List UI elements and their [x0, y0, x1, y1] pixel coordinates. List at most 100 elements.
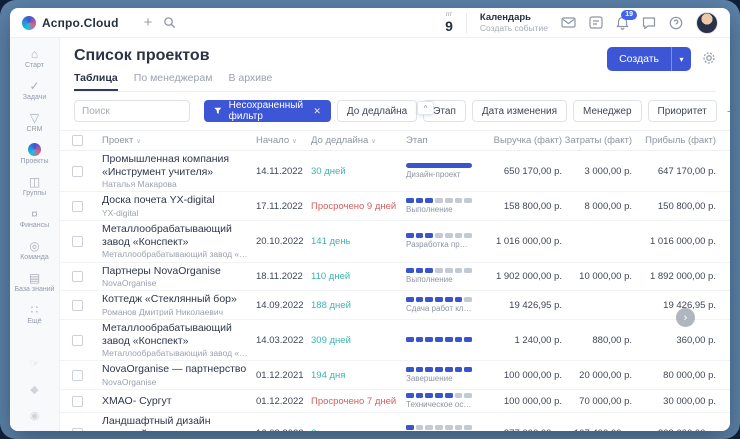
active-filter-chip[interactable]: Несохраненный фильтр ✕: [204, 100, 331, 122]
project-title: Промышленная компания «Инструмент учител…: [102, 153, 248, 178]
sidebar-item-tasks[interactable]: ✓ Задачи: [12, 77, 58, 104]
table-row[interactable]: Металлообрабатывающий завод «Конспект» М…: [60, 221, 730, 262]
progress-segment: [425, 367, 433, 372]
search-input[interactable]: [74, 100, 190, 122]
sidebar-item-team[interactable]: ◎ Команда: [12, 237, 58, 264]
stage-label: Выполнение: [406, 275, 472, 284]
tab-table[interactable]: Таблица: [74, 72, 118, 91]
stage-cell: Техническое оснащение: [406, 393, 486, 409]
progress-segment: [445, 393, 453, 398]
main-content: Список проектов Таблица По менеджерам В …: [60, 38, 730, 431]
column-header-start[interactable]: Начало∨: [256, 135, 311, 146]
sidebar-item-projects[interactable]: Проекты: [12, 141, 58, 168]
progress-segment: [435, 337, 443, 342]
sidebar-item-crm[interactable]: ▽ CRM: [12, 109, 58, 136]
sidebar-item-groups[interactable]: ◫ Группы: [12, 173, 58, 200]
chat-icon[interactable]: [642, 16, 656, 29]
filter-button-2[interactable]: Дата изменения: [472, 100, 567, 122]
progress-segment: [455, 367, 463, 372]
sort-icon: ∨: [292, 137, 297, 145]
scroll-up-button[interactable]: ^: [417, 101, 434, 115]
stage-progress-bar: [406, 198, 472, 203]
stage-cell: Сдача работ клиенту: [406, 297, 486, 313]
progress-segment: [416, 367, 424, 372]
deadline-value: 194 дня: [311, 370, 406, 381]
sidebar-item-more[interactable]: ∷ Ещё: [12, 301, 58, 328]
mail-icon[interactable]: [561, 16, 576, 29]
table-row[interactable]: Металлообрабатывающий завод «Конспект» М…: [60, 320, 730, 361]
column-header-project[interactable]: Проект∨: [102, 135, 256, 146]
stage-label: Разработка проекта 1 в...: [406, 240, 472, 249]
stage-progress-bar: [406, 297, 472, 302]
table-row[interactable]: ХМАО- Сургут 01.12.2022 Просрочено 7 дне…: [60, 390, 730, 413]
progress-segment: [445, 425, 453, 430]
progress-segment: [464, 297, 472, 302]
table-row[interactable]: Промышленная компания «Инструмент учител…: [60, 151, 730, 192]
tab-archive[interactable]: В архиве: [228, 72, 272, 91]
row-checkbox[interactable]: [72, 236, 83, 247]
quick-add-icon[interactable]: +: [144, 15, 153, 30]
profit-value: 80 000,00 р.: [632, 370, 716, 381]
filter-buttons: До дедлайнаЭтапДата измененияМенеджерПри…: [337, 100, 717, 122]
row-checkbox[interactable]: [72, 370, 83, 381]
progress-segment: [455, 425, 463, 430]
create-button[interactable]: Создать ▾: [607, 47, 691, 71]
filter-button-0[interactable]: До дедлайна: [337, 100, 417, 122]
revenue-value: 1 016 000,00 р.: [486, 236, 562, 247]
stage-label: Дизайн-проект: [406, 170, 472, 179]
table-row[interactable]: Партнеры NovaOrganise NovaOrganise 18.11…: [60, 263, 730, 292]
add-filter-icon[interactable]: +: [727, 103, 730, 119]
scroll-right-button[interactable]: ›: [676, 308, 695, 327]
calendar-widget[interactable]: Календарь Создать событие: [480, 12, 548, 34]
megaphone-icon[interactable]: ◉: [30, 409, 40, 422]
progress-segment: [445, 268, 453, 273]
start-date: 16.03.2022: [256, 428, 311, 431]
column-header-deadline[interactable]: До дедлайна∨: [311, 135, 406, 146]
select-all-checkbox[interactable]: [72, 135, 83, 146]
row-checkbox[interactable]: [72, 428, 83, 431]
app-logo[interactable]: Аспро.Cloud: [22, 16, 119, 30]
user-avatar[interactable]: [696, 12, 718, 34]
project-cell: Ландшафтный дизайн парковой территории K…: [102, 415, 256, 431]
row-checkbox[interactable]: [72, 396, 83, 407]
progress-segment: [435, 425, 443, 430]
chevron-down-icon[interactable]: ▾: [672, 47, 691, 71]
remove-filter-icon[interactable]: ✕: [313, 106, 321, 117]
notes-icon[interactable]: [589, 16, 603, 29]
more-icon: ∷: [31, 303, 39, 316]
finance-icon: ¤: [31, 207, 38, 220]
filter-button-4[interactable]: Приоритет: [648, 100, 717, 122]
filter-button-3[interactable]: Менеджер: [573, 100, 642, 122]
tab-by-managers[interactable]: По менеджерам: [134, 72, 213, 91]
column-header-revenue[interactable]: Выручка (факт): [486, 135, 562, 146]
row-checkbox[interactable]: [72, 271, 83, 282]
sidebar-nav: ⌂ Старт ✓ Задачи ▽ CRM Проекты ◫ Группы …: [10, 45, 59, 328]
table-row[interactable]: NovaOrganise — партнерство NovaOrganise …: [60, 361, 730, 390]
column-header-costs[interactable]: Затраты (факт): [562, 135, 632, 146]
row-checkbox[interactable]: [72, 335, 83, 346]
sidebar-item-start[interactable]: ⌂ Старт: [12, 45, 58, 72]
column-header-profit[interactable]: Прибыль (факт): [632, 135, 716, 146]
settings-gear-icon[interactable]: [702, 51, 716, 67]
table-row[interactable]: Доска почета YX-digital YX-digital 17.11…: [60, 192, 730, 221]
search-icon[interactable]: [163, 16, 176, 29]
table-row[interactable]: Коттедж «Стеклянный бор» Романов Дмитрий…: [60, 291, 730, 320]
profit-value: 269 600,00 р.: [632, 428, 716, 431]
column-header-stage[interactable]: Этап: [406, 135, 486, 146]
sidebar-item-kb[interactable]: ▤ База знаний: [12, 269, 58, 296]
logo-text: Аспро.Cloud: [42, 16, 119, 30]
puzzle-icon[interactable]: ◆: [30, 383, 38, 396]
project-title: NovaOrganise — партнерство: [102, 363, 248, 376]
row-checkbox[interactable]: [72, 166, 83, 177]
bell-icon[interactable]: 19: [616, 16, 629, 30]
help-icon[interactable]: [669, 16, 683, 30]
row-checkbox[interactable]: [72, 201, 83, 212]
sort-icon: ∨: [371, 137, 376, 145]
hand-pointer-icon[interactable]: ☞: [30, 357, 40, 370]
row-checkbox[interactable]: [72, 300, 83, 311]
calendar-date-widget[interactable]: пт 9: [445, 12, 453, 33]
table-row[interactable]: Ландшафтный дизайн парковой территории K…: [60, 413, 730, 431]
sidebar-item-finance[interactable]: ¤ Финансы: [12, 205, 58, 232]
progress-segment: [406, 268, 414, 273]
costs-value: 70 000,00 р.: [562, 396, 632, 407]
